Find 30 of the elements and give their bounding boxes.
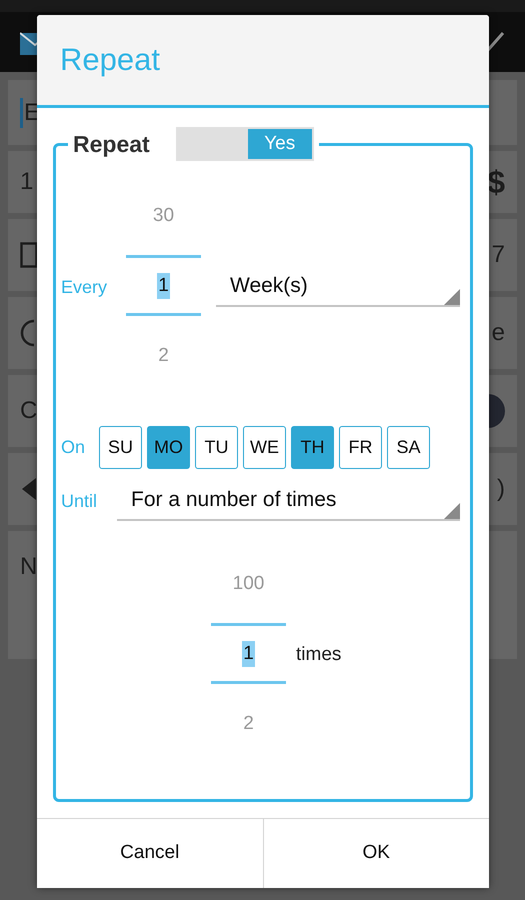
row-text: N: [20, 552, 38, 582]
dropdown[interactable]: Week(s): [216, 267, 460, 307]
row-text: 1: [20, 167, 34, 197]
unit-label: times: [296, 642, 342, 667]
row-text: e: [492, 318, 505, 348]
dropdown[interactable]: For a number of times: [117, 481, 460, 521]
picker-value-field[interactable]: 1: [242, 640, 255, 666]
weekday-toggle[interactable]: SA: [387, 426, 430, 469]
dropdown-corner-icon: [444, 289, 460, 305]
arrow-icon: [20, 476, 36, 502]
row-text: 7: [492, 240, 505, 270]
field-label: On: [60, 436, 86, 459]
weekday-toggle[interactable]: TH: [291, 426, 334, 469]
weekday-toggle[interactable]: WE: [243, 426, 286, 469]
dialog-button[interactable]: Cancel: [37, 819, 262, 888]
row-text: C: [20, 396, 38, 426]
currency-symbol: $: [487, 163, 505, 202]
row-text: ): [497, 474, 505, 504]
dialog-title: Repeat: [60, 40, 160, 79]
dialog-button[interactable]: OK: [262, 819, 489, 888]
group-title: Repeat: [73, 130, 150, 159]
weekday-toggle[interactable]: SU: [99, 426, 142, 469]
document-icon: [20, 242, 38, 268]
weekday-toggle[interactable]: FR: [339, 426, 382, 469]
weekday-toggle[interactable]: TU: [195, 426, 238, 469]
dropdown-corner-icon: [444, 503, 460, 519]
field-label: Every: [60, 276, 108, 299]
weekday-toggle[interactable]: MO: [147, 426, 190, 469]
field-label: Until: [60, 490, 98, 512]
picker-value-field[interactable]: 1: [157, 272, 170, 298]
